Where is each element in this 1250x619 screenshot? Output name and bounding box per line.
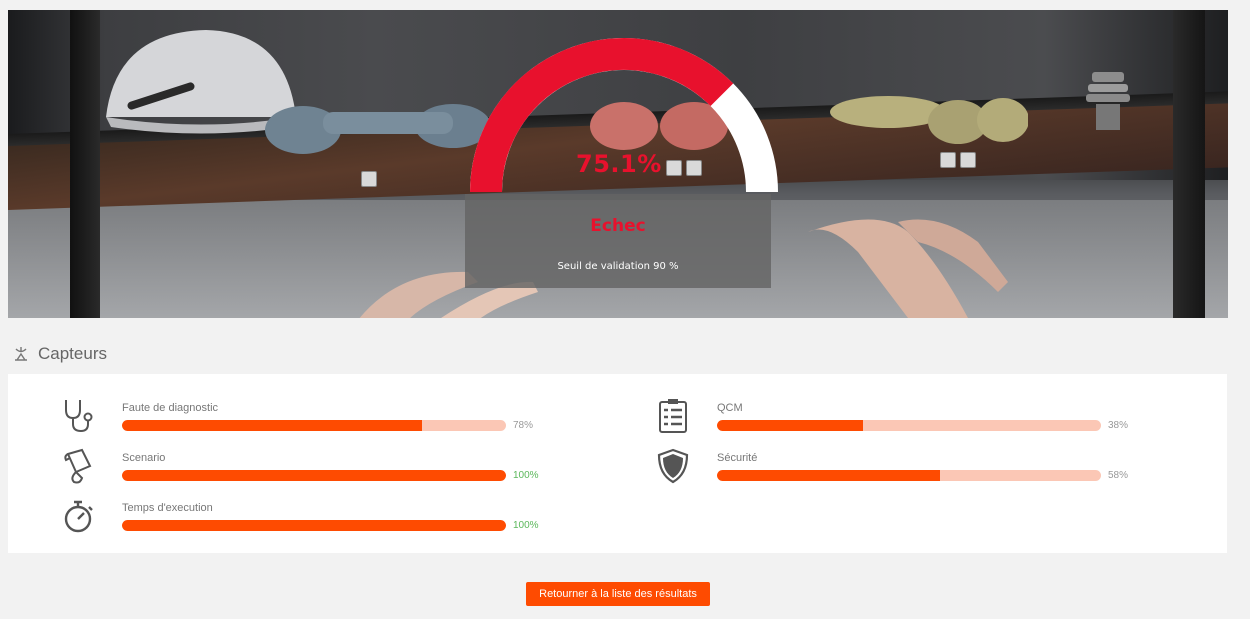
satellite-dish-icon bbox=[15, 347, 27, 361]
scene-post-right bbox=[1173, 10, 1205, 318]
insulator-object bbox=[1086, 72, 1130, 130]
sensors-panel: Faute de diagnostic 78% Scenario 100% Te… bbox=[8, 374, 1227, 553]
right-hand bbox=[808, 219, 1008, 318]
progress-fill bbox=[122, 520, 506, 531]
result-verdict: Echec bbox=[590, 216, 646, 236]
progress-fill bbox=[122, 420, 422, 431]
glove-tag-icon bbox=[940, 152, 956, 168]
sensor-label: Temps d'execution bbox=[122, 502, 213, 514]
warning-tag-icon bbox=[960, 152, 976, 168]
shield-icon bbox=[657, 448, 689, 484]
result-panel: Echec Seuil de validation 90 % bbox=[465, 194, 771, 288]
section-title-text: Capteurs bbox=[38, 344, 107, 363]
clipboard-list-icon bbox=[659, 399, 687, 433]
sensor-label: Faute de diagnostic bbox=[122, 402, 219, 414]
sensor-value: 100% bbox=[513, 470, 539, 481]
progress-bar bbox=[122, 470, 506, 481]
sensor-value: 78% bbox=[513, 420, 534, 431]
progress-bar bbox=[122, 420, 506, 431]
sensor-value: 58% bbox=[1108, 470, 1129, 481]
glove-tag-icon bbox=[361, 171, 377, 187]
validation-threshold: Seuil de validation 90 % bbox=[557, 261, 679, 272]
scroll-icon bbox=[64, 448, 92, 484]
sensor-value: 38% bbox=[1108, 420, 1129, 431]
progress-bar bbox=[717, 470, 1101, 481]
score-percent: 75.1% bbox=[576, 150, 662, 178]
yellow-gloves-object bbox=[830, 96, 1028, 144]
sensor-label: QCM bbox=[717, 402, 743, 414]
sensor-value: 100% bbox=[513, 520, 539, 531]
progress-fill bbox=[122, 470, 506, 481]
sensor-label: Scenario bbox=[122, 452, 166, 464]
stethoscope-icon bbox=[65, 400, 93, 433]
section-title: Capteurs bbox=[12, 344, 107, 364]
back-to-results-button[interactable]: Retourner à la liste des résultats bbox=[526, 582, 710, 606]
progress-bar bbox=[717, 420, 1101, 431]
stopwatch-icon bbox=[64, 500, 93, 533]
progress-bar bbox=[122, 520, 506, 531]
progress-fill bbox=[717, 420, 863, 431]
sensor-label: Sécurité bbox=[717, 452, 758, 464]
progress-fill bbox=[717, 470, 940, 481]
